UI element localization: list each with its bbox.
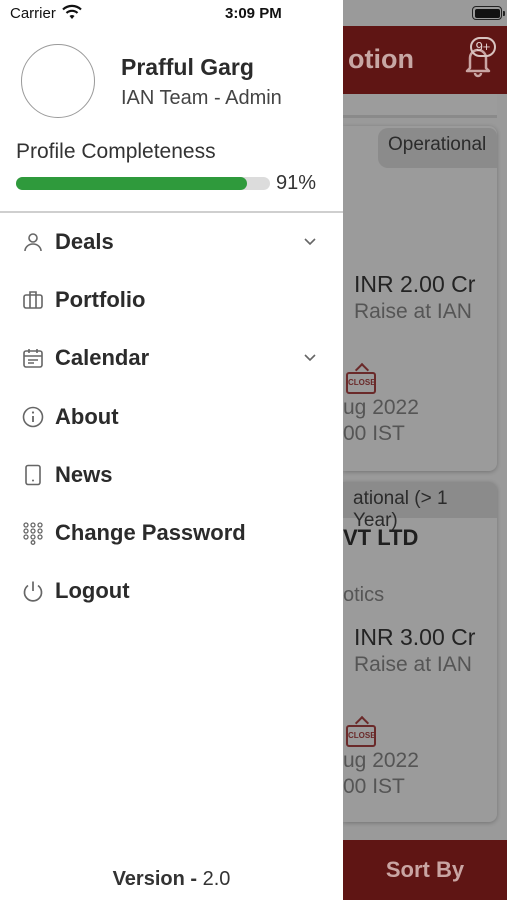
background-strip xyxy=(343,94,497,118)
carrier-label: Carrier xyxy=(10,5,56,22)
version-label: Version - xyxy=(112,868,198,890)
menu-item-deals[interactable]: Deals xyxy=(0,216,343,268)
version-value: 2.0 xyxy=(202,868,231,890)
menu-item-logout[interactable]: Logout xyxy=(0,565,343,617)
power-icon xyxy=(23,581,43,602)
menu-item-news[interactable]: News xyxy=(0,449,343,501)
user-role: IAN Team - Admin xyxy=(121,87,282,109)
briefcase-icon xyxy=(23,291,43,309)
deal-date: ug 2022 xyxy=(343,749,419,772)
deal-time: 00 IST xyxy=(343,422,405,445)
company-name: VT LTD xyxy=(343,525,419,550)
menu-item-about[interactable]: About xyxy=(0,391,343,443)
phone-icon xyxy=(25,464,41,486)
profile-progress-bar xyxy=(16,177,270,190)
status-tag: ational (> 1 Year) xyxy=(343,482,497,531)
deal-amount: INR 3.00 Cr xyxy=(354,624,476,650)
menu-item-label: Deals xyxy=(55,229,114,254)
raise-label: Raise at IAN xyxy=(354,653,472,676)
calendar-icon xyxy=(23,349,43,368)
menu-item-label: News xyxy=(55,462,113,487)
sort-by-button[interactable]: Sort By xyxy=(343,840,507,900)
deal-amount: INR 2.00 Cr xyxy=(354,271,476,297)
person-icon xyxy=(24,233,42,252)
profile-completeness-label: Profile Completeness xyxy=(16,140,216,163)
avatar[interactable] xyxy=(21,44,95,118)
menu-item-change-password[interactable]: Change Password xyxy=(0,507,343,559)
status-time: 3:09 PM xyxy=(225,5,282,22)
close-sign-icon: CLOSE xyxy=(346,372,376,394)
status-tag: Operational xyxy=(378,128,497,168)
navigation-drawer: Prafful Garg IAN Team - Admin Profile Co… xyxy=(0,0,343,900)
menu-item-label: About xyxy=(55,404,119,429)
battery-icon xyxy=(472,6,505,20)
status-bar: Carrier 3:09 PM xyxy=(0,0,507,26)
menu-item-portfolio[interactable]: Portfolio xyxy=(0,274,343,326)
app-version: Version - 2.0 xyxy=(0,868,343,891)
close-sign-icon: CLOSE xyxy=(346,725,376,747)
wifi-icon xyxy=(62,4,82,19)
company-sector: otics xyxy=(343,584,385,606)
raise-label: Raise at IAN xyxy=(354,300,472,323)
info-icon xyxy=(22,406,44,428)
deal-date: ug 2022 xyxy=(343,396,419,419)
profile-progress-fill xyxy=(16,177,248,190)
menu-item-label: Calendar xyxy=(55,345,150,370)
deal-time: 00 IST xyxy=(343,775,405,798)
chevron-down-icon[interactable] xyxy=(303,351,317,365)
chevron-down-icon[interactable] xyxy=(303,235,317,249)
user-name: Prafful Garg xyxy=(121,54,254,80)
menu-item-calendar[interactable]: Calendar xyxy=(0,332,343,384)
keypad-icon xyxy=(23,522,43,545)
menu-item-label: Portfolio xyxy=(55,287,146,312)
menu-item-label: Change Password xyxy=(55,520,246,545)
background-header-title: otion xyxy=(348,44,414,74)
menu-item-label: Logout xyxy=(55,578,130,603)
notification-badge: 9+ xyxy=(470,37,496,57)
divider xyxy=(0,211,343,213)
profile-completeness-percent: 91% xyxy=(276,172,317,194)
